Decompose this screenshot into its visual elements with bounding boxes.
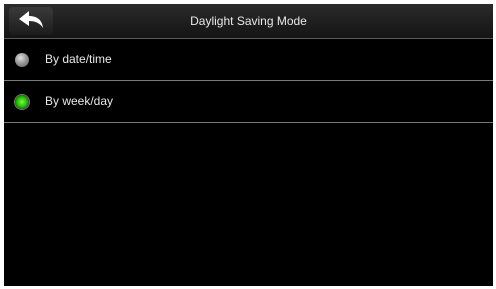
back-button[interactable] (9, 7, 53, 35)
radio-selected-icon[interactable] (15, 95, 29, 109)
page-title: Daylight Saving Mode (190, 14, 307, 28)
header-bar: Daylight Saving Mode (4, 4, 493, 39)
option-by-week-day[interactable]: By week/day (4, 81, 493, 123)
option-label: By week/day (45, 94, 114, 108)
option-by-date-time[interactable]: By date/time (4, 39, 493, 81)
option-label: By date/time (45, 52, 112, 66)
radio-unselected-icon[interactable] (15, 53, 29, 67)
screen: Daylight Saving Mode By date/time By wee… (4, 4, 493, 286)
option-list: By date/time By week/day (4, 39, 493, 123)
back-arrow-icon (19, 11, 43, 28)
